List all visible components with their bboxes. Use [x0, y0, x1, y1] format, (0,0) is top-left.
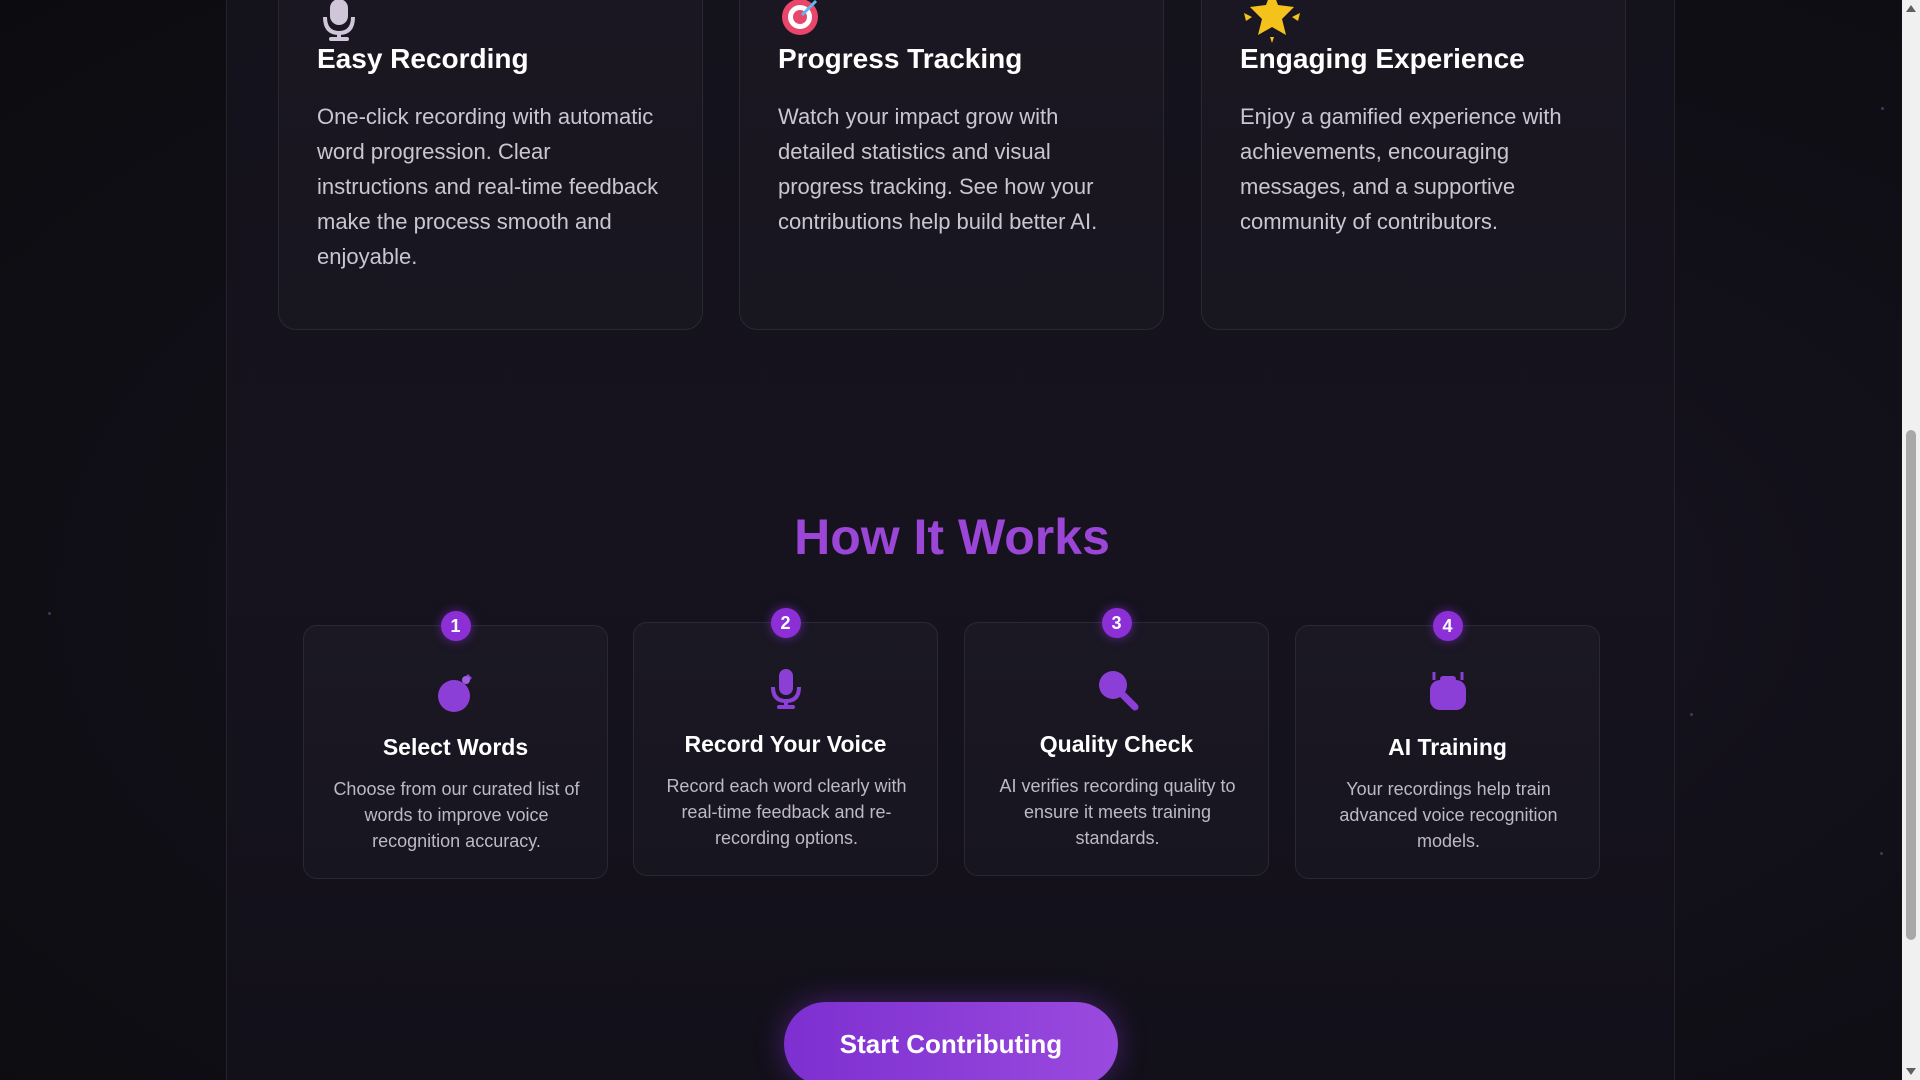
feature-description: One-click recording with automatic word …: [317, 104, 659, 269]
step-title: Record Your Voice: [684, 731, 887, 757]
star-icon: [1244, 0, 1300, 43]
step-description: Record each word clearly with real-time …: [666, 776, 907, 848]
background-star: [1880, 852, 1883, 855]
step-card-quality-check: 3 Quality Check AI verifies recording qu…: [964, 608, 1269, 876]
step-card-ai-training: 4 AI Training Your recordings help train…: [1295, 611, 1600, 879]
section-title: How It Works: [794, 509, 1110, 565]
start-contributing-button[interactable]: Start Contributing: [784, 1002, 1118, 1080]
step-number-badge: 3: [1101, 608, 1132, 638]
step-description: Choose from our curated list of words to…: [333, 779, 580, 851]
step-card-record-voice: 2 Record Your Voice Record each word cle…: [633, 608, 938, 876]
step-title: Quality Check: [1039, 731, 1194, 757]
background-star: [1881, 107, 1884, 110]
background-star: [48, 612, 51, 615]
feature-card-progress-tracking: Progress Tracking Watch your impact grow…: [739, 0, 1164, 330]
step-title: AI Training: [1388, 734, 1507, 760]
feature-card-engaging-experience: Engaging Experience Enjoy a gamified exp…: [1201, 0, 1626, 330]
target-icon: [782, 0, 818, 35]
step-number-badge: 1: [440, 611, 471, 641]
scroll-up-arrow-icon[interactable]: [1902, 0, 1920, 18]
step-number-badge: 2: [770, 608, 801, 638]
step-description: Your recordings help train advanced voic…: [1339, 779, 1558, 851]
step-title: Select Words: [382, 734, 529, 760]
microphone-icon: [323, 0, 355, 41]
feature-description: Enjoy a gamified experience with achieve…: [1240, 104, 1562, 234]
feature-card-easy-recording: Easy Recording One-click recording with …: [278, 0, 703, 330]
microphone-icon: [770, 669, 801, 709]
magnifier-icon: [1098, 671, 1138, 711]
feature-title: Engaging Experience: [1240, 43, 1525, 74]
feature-description: Watch your impact grow with detailed sta…: [778, 104, 1098, 234]
scroll-down-arrow-icon[interactable]: [1902, 1062, 1920, 1080]
step-number-badge: 4: [1432, 611, 1463, 641]
apple-icon: [437, 674, 472, 712]
background-star: [1690, 713, 1693, 716]
robot-icon: [1429, 672, 1466, 710]
feature-title: Easy Recording: [317, 43, 529, 74]
scrollbar-thumb[interactable]: [1906, 430, 1916, 940]
step-card-select-words: 1 Select Words Choose from our curated l…: [303, 611, 608, 879]
step-description: AI verifies recording quality to ensure …: [999, 776, 1236, 848]
page-background: Easy Recording One-click recording with …: [0, 0, 1902, 1080]
feature-title: Progress Tracking: [778, 43, 1023, 74]
main-content: Easy Recording One-click recording with …: [226, 0, 1675, 1080]
vertical-scrollbar[interactable]: [1902, 0, 1920, 1080]
